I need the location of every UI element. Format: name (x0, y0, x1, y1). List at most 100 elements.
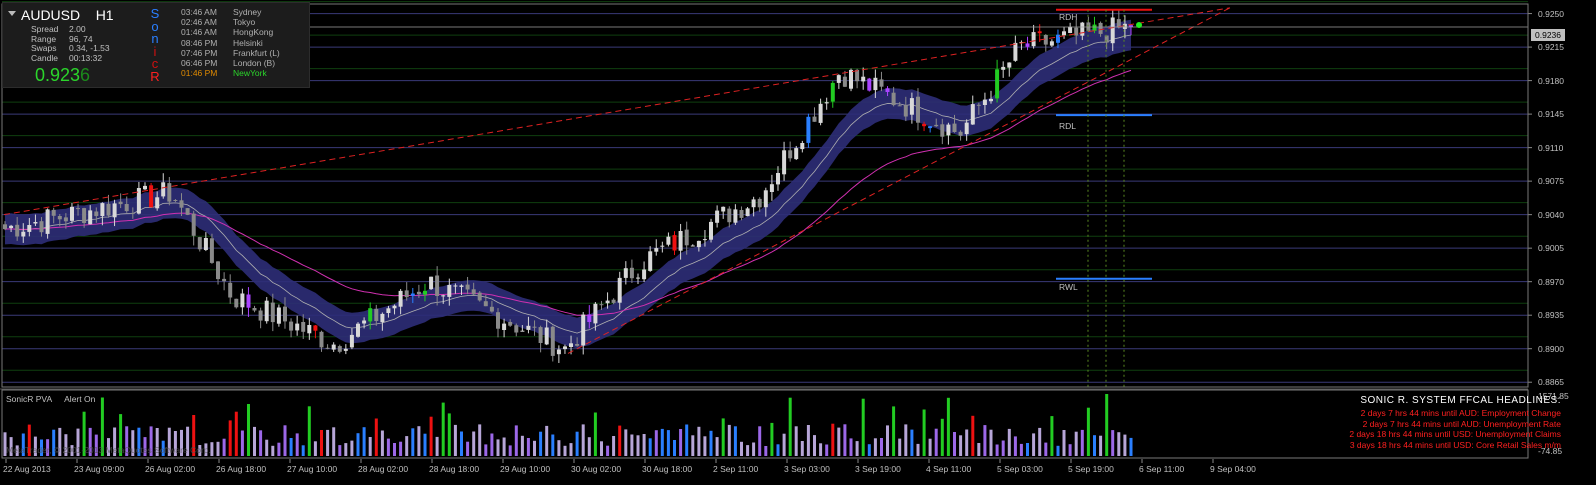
candle-body (861, 76, 866, 82)
candle-body (33, 222, 38, 224)
candle-body (209, 238, 214, 263)
volume-bar (484, 444, 488, 456)
stat-value: 0.34, -1.53 (69, 43, 110, 53)
volume-bar (715, 437, 719, 456)
y-tick-label: 0.9215 (1538, 42, 1564, 53)
volume-bar (563, 445, 567, 456)
volume-bar (916, 443, 920, 456)
candle-body (867, 78, 872, 91)
candle-body (751, 199, 756, 208)
volume-bar (569, 443, 573, 456)
candle-body (465, 284, 470, 290)
candle-body (763, 190, 768, 208)
volume-bar (581, 424, 585, 456)
rdl-label: RDL (1059, 121, 1077, 131)
candle-body (916, 96, 920, 123)
candle-body (782, 150, 787, 175)
volume-bar (898, 438, 902, 456)
candle-body (727, 208, 732, 223)
volume-bar (965, 429, 969, 456)
candle-body (362, 320, 367, 324)
volume-bar (1032, 433, 1036, 456)
candle-body (648, 251, 653, 271)
candle-body (660, 245, 665, 247)
volume-bar (770, 422, 774, 456)
stat-value: 00:13:32 (69, 52, 103, 63)
candle-body (435, 275, 440, 296)
stat-value: 96, 74 (69, 33, 93, 44)
volume-bar (727, 424, 731, 456)
volume-bar (666, 430, 670, 456)
volume-bar (721, 418, 725, 456)
candle-body (520, 330, 525, 332)
volume-bar (1068, 444, 1072, 456)
candle-body (264, 300, 269, 322)
volume-bar (983, 425, 987, 456)
candle-body (319, 331, 324, 348)
volume-bar (253, 426, 256, 456)
candle-body (922, 123, 927, 127)
candle-body (398, 290, 403, 307)
session-row: 01:46 AM HongKong (181, 27, 273, 37)
candle-body (818, 103, 823, 123)
session-city: NewYork (233, 68, 267, 79)
volume-bar (216, 441, 220, 456)
candle-body (197, 237, 202, 250)
news-headlines: SONIC R. SYSTEM FFCAL HEADLINES: 2 days … (1349, 395, 1561, 450)
candle-body (27, 225, 32, 232)
candle-body (666, 236, 671, 245)
candle-body (812, 116, 817, 122)
x-tick-label: 23 Aug 09:00 (74, 464, 125, 474)
volume-bar (685, 424, 689, 456)
volume-bar (642, 434, 646, 456)
y-tick-label: 0.8900 (1538, 343, 1564, 354)
volume-bar (1062, 430, 1066, 456)
candle-body (532, 326, 537, 328)
candle-body (995, 69, 1000, 99)
volume-bar (934, 428, 938, 456)
volume-bar (1013, 436, 1017, 456)
candle-body (349, 334, 354, 348)
volume-bar (1086, 407, 1090, 456)
volume-bar (362, 427, 366, 456)
volume-bar (928, 438, 932, 456)
volume-bar (405, 436, 409, 456)
volume-bar (374, 418, 378, 456)
volume-bar (466, 441, 470, 456)
candle-body (958, 131, 963, 136)
candle-body (1110, 17, 1115, 44)
candle-body (222, 278, 227, 282)
chevron-down-icon[interactable] (8, 11, 16, 16)
candle-body (76, 208, 80, 210)
candle-body (849, 69, 853, 89)
volume-bar (837, 427, 841, 456)
stat-spread: Spread 2.00 (31, 24, 86, 34)
volume-bar (673, 440, 676, 456)
candle-body (581, 314, 586, 346)
candle-body (270, 302, 275, 323)
volume-bar (453, 424, 457, 456)
volume-bar (1001, 440, 1005, 456)
candle-body (283, 306, 287, 322)
candle-body (617, 277, 622, 303)
candle-body (678, 231, 683, 251)
session-city: Helsinki (233, 37, 263, 48)
volume-bar (587, 437, 591, 456)
volume-bar (758, 426, 762, 456)
x-tick-label: 30 Aug 02:00 (571, 464, 622, 474)
candle-body (88, 210, 93, 225)
candle-body (806, 116, 811, 143)
candle-body (410, 293, 415, 296)
volume-bar (977, 443, 981, 456)
volume-bar (338, 445, 342, 456)
session-city: Tokyo (233, 17, 256, 28)
volume-bar (551, 434, 555, 456)
candle-body (739, 210, 744, 218)
candle-body (124, 204, 129, 212)
stat-candle: Candle 00:13:32 (31, 53, 102, 63)
candle-body (715, 210, 720, 223)
candle-body (423, 290, 427, 295)
volume-bar (1117, 432, 1121, 456)
volume-bar (295, 433, 299, 456)
candle-body (477, 292, 482, 301)
